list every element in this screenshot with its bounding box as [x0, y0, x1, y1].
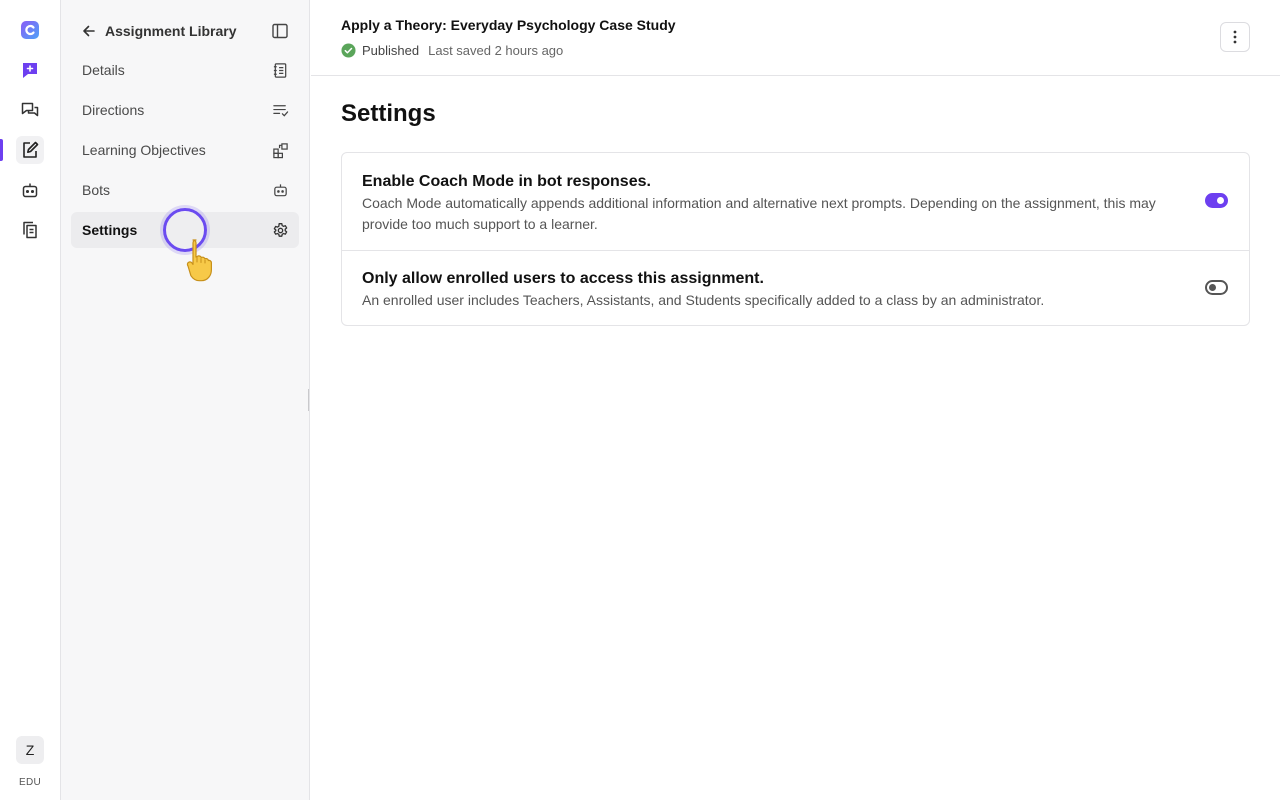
org-label: EDU [18, 777, 41, 788]
library-icon[interactable] [16, 216, 44, 244]
assignment-title: Apply a Theory: Everyday Psychology Case… [341, 17, 676, 33]
more-options-button[interactable] [1220, 22, 1250, 52]
main-content: Apply a Theory: Everyday Psychology Case… [311, 0, 1280, 800]
sidebar-item-label: Learning Objectives [82, 142, 206, 158]
settings-card: Enable Coach Mode in bot responses. Coac… [341, 152, 1250, 326]
objectives-icon [271, 141, 289, 159]
gear-icon [271, 221, 289, 239]
toggle-knob [1217, 197, 1224, 204]
sidebar-item-label: Bots [82, 182, 111, 198]
status-row: Published Last saved 2 hours ago [341, 43, 563, 58]
collapse-sidebar-button[interactable] [269, 20, 291, 42]
sidebar-header: Assignment Library [61, 16, 310, 46]
sidebar-item-learning-objectives[interactable]: Learning Objectives [71, 132, 299, 168]
list-check-icon [271, 101, 289, 119]
enrolled-only-toggle[interactable] [1205, 280, 1228, 295]
sidebar-item-directions[interactable]: Directions [71, 92, 299, 128]
assignment-sidebar: Assignment Library Details Directions Le… [61, 0, 310, 800]
coach-mode-toggle[interactable] [1205, 193, 1228, 208]
bot-icon [271, 181, 289, 199]
back-to-library-button[interactable]: Assignment Library [81, 19, 236, 43]
setting-title: Enable Coach Mode in bot responses. [362, 173, 651, 190]
check-circle-icon [341, 43, 356, 58]
setting-description: An enrolled user includes Teachers, Assi… [362, 292, 1045, 308]
setting-coach-mode: Enable Coach Mode in bot responses. Coac… [342, 153, 1249, 250]
arrow-left-icon [83, 25, 95, 37]
last-saved-text: Last saved 2 hours ago [428, 43, 564, 58]
sidebar-item-label: Details [82, 62, 125, 78]
toggle-knob [1209, 284, 1216, 291]
bot-icon[interactable] [16, 176, 44, 204]
assignment-header: Apply a Theory: Everyday Psychology Case… [311, 0, 1280, 76]
page-title: Settings [341, 100, 436, 127]
status-badge: Published [362, 43, 420, 58]
new-chat-icon[interactable] [16, 56, 44, 84]
active-rail-indicator [0, 139, 3, 161]
avatar[interactable]: Z [16, 736, 44, 764]
setting-title: Only allow enrolled users to access this… [362, 270, 764, 287]
sidebar-item-label: Settings [82, 222, 138, 238]
conversations-icon[interactable] [16, 96, 44, 124]
setting-description: Coach Mode automatically appends additio… [362, 195, 1156, 232]
assignments-icon[interactable] [16, 136, 44, 164]
sidebar-item-label: Directions [82, 102, 145, 118]
notebook-icon [271, 61, 289, 79]
sidebar-item-bots[interactable]: Bots [71, 172, 299, 208]
sidebar-nav: Details Directions Learning Objectives B… [71, 52, 299, 252]
app-rail: Z EDU [0, 0, 61, 800]
more-vertical-icon [1233, 30, 1237, 44]
sidebar-item-details[interactable]: Details [71, 52, 299, 88]
setting-enrolled-only: Only allow enrolled users to access this… [342, 250, 1249, 325]
sidebar-item-settings[interactable]: Settings [71, 212, 299, 248]
back-label: Assignment Library [105, 23, 237, 39]
sidebar-panel-icon [272, 23, 288, 39]
logo-icon[interactable] [16, 16, 44, 44]
